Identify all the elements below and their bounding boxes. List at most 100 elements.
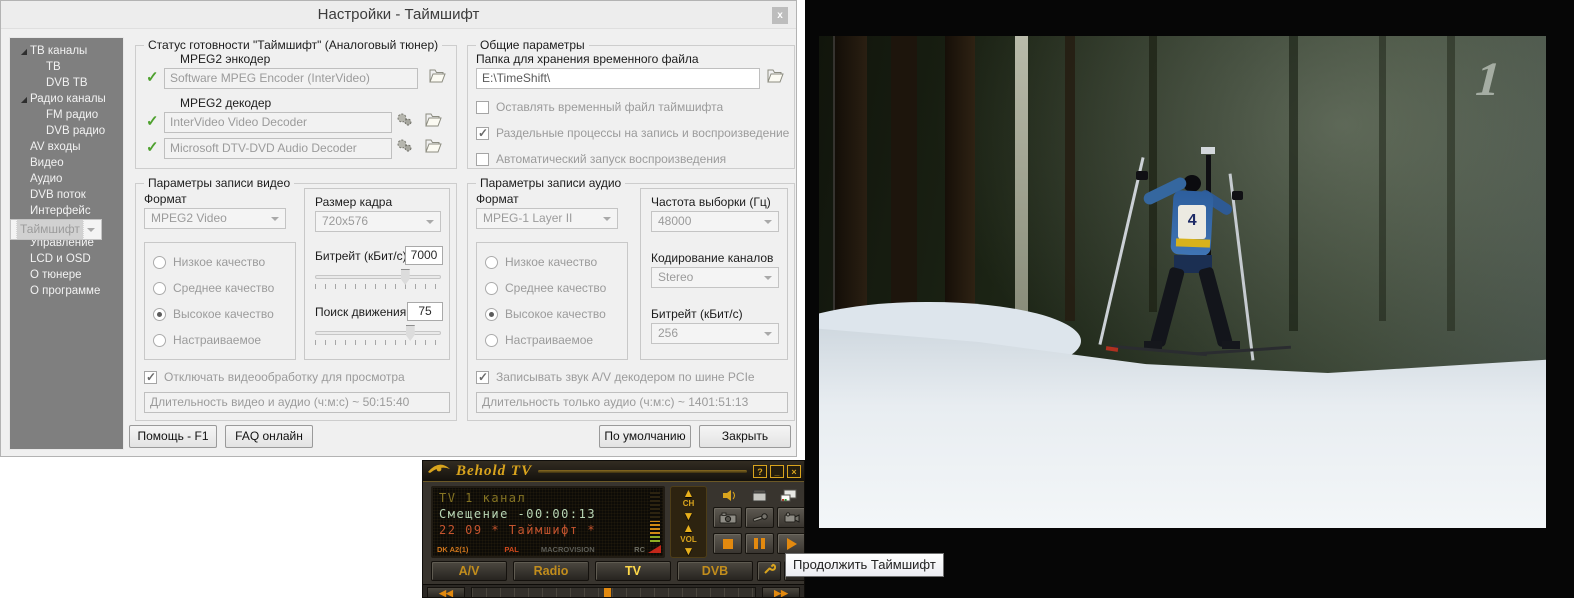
defaults-button[interactable]: По умолчанию [599, 425, 691, 448]
remote-help-button[interactable]: ? [753, 465, 767, 478]
lcd-offset-line: Смещение -00:00:13 [439, 507, 596, 521]
video-format-select[interactable]: MPEG2 Video [144, 208, 286, 229]
remote-close-button[interactable]: × [787, 465, 801, 478]
volume-down-button[interactable]: ▼ [683, 546, 695, 556]
mode-radio-button[interactable]: Radio [513, 561, 589, 581]
seek-track[interactable] [471, 587, 756, 598]
play-button[interactable] [777, 533, 805, 554]
sidebar-item-fm-radio[interactable]: FM радио [10, 107, 123, 123]
close-button[interactable]: Закрыть [699, 425, 791, 448]
sidebar-item-tv[interactable]: ТВ [10, 59, 123, 75]
audio-decoder-browse-folder-icon[interactable] [424, 138, 444, 156]
sidebar-item-dvb-tv[interactable]: DVB ТВ [10, 75, 123, 91]
motion-search-value[interactable]: 75 [407, 302, 443, 321]
pause-button[interactable] [745, 533, 774, 554]
microphone-button[interactable] [745, 507, 774, 528]
mode-dvb-button[interactable]: DVB [677, 561, 753, 581]
slider-thumb[interactable] [406, 325, 415, 341]
channels-select[interactable]: Stereo [651, 267, 779, 288]
sidebar-item-timeshift[interactable]: Таймшифт [10, 219, 102, 240]
sidebar-item-about-program[interactable]: О программе [10, 283, 123, 299]
volume-up-button[interactable]: ▲ [683, 523, 695, 533]
audio-format-select[interactable]: MPEG-1 Layer II [476, 208, 618, 229]
frame-size-select[interactable]: 720x576 [315, 211, 441, 232]
expander-icon[interactable]: ◢ [18, 95, 30, 104]
radio-video-medium-quality[interactable]: Среднее качество [153, 281, 274, 295]
sidebar-item-lcd-osd[interactable]: LCD и OSD [10, 251, 123, 267]
help-button[interactable]: Помощь - F1 [129, 425, 217, 448]
motion-search-slider[interactable] [315, 331, 441, 345]
folder-browse-icon[interactable] [766, 68, 786, 86]
sidebar-item-video[interactable]: Видео [10, 155, 123, 171]
radio-video-custom-quality[interactable]: Настраиваемое [153, 333, 261, 347]
display-mode-icon[interactable] [777, 487, 799, 503]
slider-ticks [315, 340, 441, 345]
audio-decoder-config-gears-icon[interactable] [396, 138, 416, 156]
sidebar-item-dvb-stream[interactable]: DVB поток [10, 187, 123, 203]
checkbox-disable-video-processing[interactable]: Отключать видеообработку для просмотра [144, 370, 405, 384]
video-decoder-browse-folder-icon[interactable] [424, 112, 444, 130]
checkbox-auto-playback[interactable]: Автоматический запуск воспроизведения [476, 152, 726, 166]
slider-track[interactable] [315, 275, 441, 279]
folder-path-input[interactable]: E:\TimeShift\ [476, 68, 760, 89]
mode-tv-button[interactable]: TV [595, 561, 671, 581]
dialog-title: Настройки - Таймшифт [1, 1, 796, 29]
video-bitrate-slider[interactable] [315, 275, 441, 289]
slider-track[interactable] [315, 331, 441, 335]
remote-minimize-button[interactable]: _ [770, 465, 784, 478]
sidebar-item-radio-channels[interactable]: ◢Радио каналы [10, 91, 123, 107]
seek-thumb[interactable] [604, 588, 611, 597]
samplerate-select[interactable]: 48000 [651, 211, 779, 232]
channel-down-button[interactable]: ▼ [683, 511, 695, 521]
radio-video-high-quality[interactable]: Высокое качество [153, 307, 274, 321]
seek-next-button[interactable]: ▶▶ [762, 587, 800, 598]
sidebar-item-audio[interactable]: Аудио [10, 171, 123, 187]
camcorder-button[interactable] [777, 507, 805, 528]
checkbox-record-av-decoder-pcie[interactable]: Записывать звук A/V декодером по шине PC… [476, 370, 755, 384]
lcd-standard-label: DK A2(1) [437, 545, 468, 554]
stop-button[interactable] [713, 533, 742, 554]
expander-icon[interactable]: ◢ [18, 47, 30, 56]
video-decoder-config-gears-icon[interactable] [396, 112, 416, 130]
faq-button[interactable]: FAQ онлайн [225, 425, 313, 448]
bib-yellow-band [1176, 238, 1210, 247]
general-group-title: Общие параметры [476, 38, 589, 52]
dialog-close-button[interactable]: x [772, 7, 788, 24]
slider-thumb[interactable] [401, 269, 410, 285]
audio-decoder-field[interactable]: Microsoft DTV-DVD Audio Decoder [164, 138, 392, 159]
mode-av-button[interactable]: A/V [431, 561, 507, 581]
video-quality-box: Низкое качество Среднее качество Высокое… [144, 242, 296, 360]
sidebar-item-interface[interactable]: Интерфейс [10, 203, 123, 219]
tv-video-panel: 4 1 [805, 0, 1574, 598]
channels-label: Кодирование каналов [651, 251, 773, 265]
settings-wrench-button[interactable] [757, 561, 781, 581]
encoder-browse-folder-icon[interactable] [428, 68, 448, 86]
mute-speaker-icon[interactable] [719, 487, 741, 503]
checkbox-keep-temp-file[interactable]: Оставлять временный файл таймшифта [476, 100, 723, 114]
clapperboard-icon[interactable] [749, 487, 771, 503]
video-decoder-field[interactable]: InterVideo Video Decoder [164, 112, 392, 133]
video-bitrate-value[interactable]: 7000 [405, 246, 443, 265]
radio-audio-low-quality[interactable]: Низкое качество [485, 255, 597, 269]
sidebar-item-about-tuner[interactable]: О тюнере [10, 267, 123, 283]
sidebar-item-tv-channels[interactable]: ◢ТВ каналы [10, 43, 123, 59]
remote-titlebar[interactable]: Behold TV ? _ × [423, 461, 804, 482]
sidebar-item-av-inputs[interactable]: AV входы [10, 139, 123, 155]
settings-sidebar: ◢ТВ каналы ТВ DVB ТВ ◢Радио каналы FM ра… [9, 37, 124, 450]
lcd-pal-label: PAL [504, 545, 518, 554]
lcd-status-row: DK A2(1) PAL MACROVISION RC [437, 545, 645, 554]
encoder-field[interactable]: Software MPEG Encoder (InterVideo) [164, 68, 418, 89]
radio-audio-custom-quality[interactable]: Настраиваемое [485, 333, 593, 347]
channel-up-button[interactable]: ▲ [683, 488, 695, 498]
snapshot-camera-button[interactable] [713, 507, 742, 528]
checkbox-checked-icon [144, 371, 157, 384]
radio-audio-medium-quality[interactable]: Среднее качество [485, 281, 606, 295]
sidebar-item-dvb-radio[interactable]: DVB радио [10, 123, 123, 139]
video-frame: 4 1 [819, 36, 1546, 528]
radio-video-low-quality[interactable]: Низкое качество [153, 255, 265, 269]
radio-audio-high-quality[interactable]: Высокое качество [485, 307, 606, 321]
checkbox-separate-processes[interactable]: Раздельные процессы на запись и воспроиз… [476, 126, 789, 140]
audio-bitrate-select[interactable]: 256 [651, 323, 779, 344]
seek-prev-button[interactable]: ◀◀ [427, 587, 465, 598]
checkbox-icon [476, 101, 489, 114]
